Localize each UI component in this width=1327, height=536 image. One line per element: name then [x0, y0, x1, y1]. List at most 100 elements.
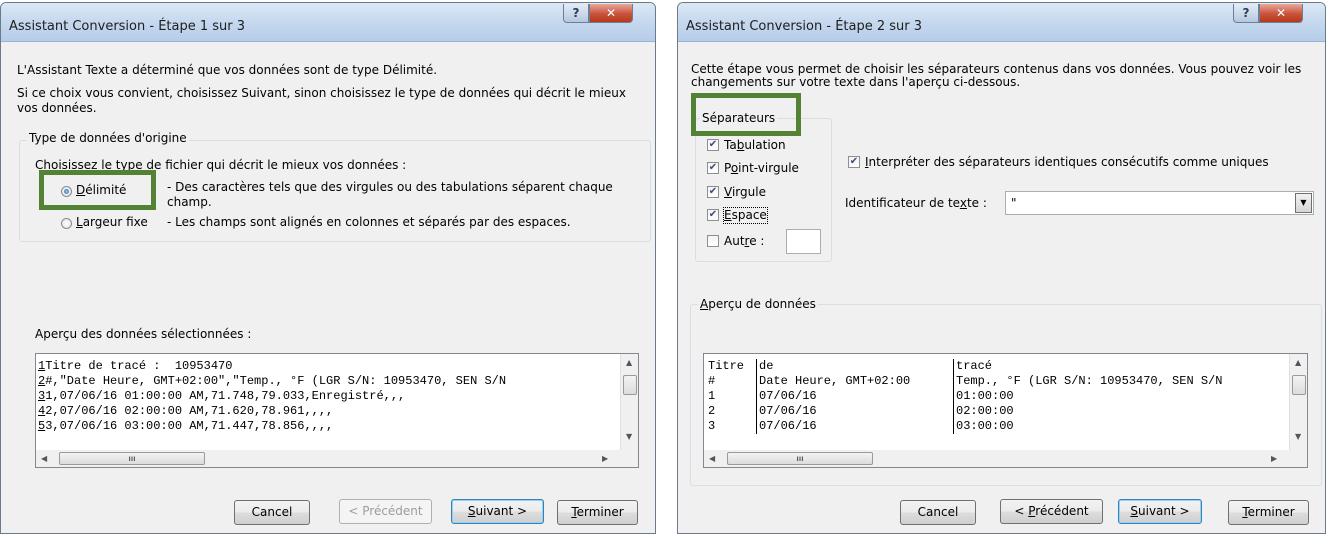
preview-row-text: Titre de tracé : 10953470 — [45, 359, 233, 373]
step1-preview-rows: 1Titre de tracé : 10953470 2#,"Date Heure… — [38, 359, 622, 434]
horizontal-scroll-thumb[interactable]: ııı — [59, 452, 205, 465]
delimited-highlight-box — [39, 170, 156, 210]
preview-cell: 07/06/16 — [759, 404, 817, 418]
step2-title: Assistant Conversion - Étape 2 sur 3 — [686, 19, 923, 34]
data-preview-title: Aperçu de données — [698, 297, 818, 311]
preview-cell: 3 — [708, 419, 716, 433]
preview-row: 53,07/06/16 03:00:00 AM,71.447,78.856,,,… — [38, 419, 622, 434]
space-label[interactable]: Espace — [723, 207, 768, 224]
preview-row: 3 07/06/16 03:00:00 — [704, 419, 1289, 434]
scroll-right-arrow[interactable]: ▶ — [1271, 454, 1277, 463]
preview-row: 2#,"Date Heure, GMT+02:00","Temp., °F (L… — [38, 374, 622, 389]
preview-row-text: 3,07/06/16 03:00:00 AM,71.447,78.856,,,, — [45, 419, 334, 433]
step1-finish-button[interactable]: Terminer — [557, 500, 638, 525]
fixed-width-radio[interactable] — [61, 218, 72, 229]
preview-cell: Titre — [708, 359, 745, 373]
help-button[interactable]: ? — [1233, 4, 1259, 23]
delimited-description: - Des caractères tels que des virgules o… — [167, 180, 613, 209]
horizontal-scroll-thumb[interactable]: ııı — [727, 452, 873, 465]
preview-cell: 1 — [708, 389, 716, 403]
step1-title: Assistant Conversion - Étape 1 sur 3 — [9, 19, 246, 34]
preview-row: 1Titre de tracé : 10953470 — [38, 359, 622, 374]
step1-intro-choose: Si ce choix vous convient, choisissez Su… — [17, 86, 626, 115]
step1-preview-pane[interactable]: 1Titre de tracé : 10953470 2#,"Date Heure… — [35, 353, 639, 468]
preview-row: 42,07/06/16 02:00:00 AM,71.620,78.961,,,… — [38, 404, 622, 419]
comma-checkbox[interactable]: ✔ — [707, 186, 719, 198]
separators-group-title: Séparateurs — [700, 111, 778, 125]
preview-row: # Date Heure, GMT+02:00 Temp., °F (LGR S/N… — [704, 374, 1289, 389]
preview-row: 31,07/06/16 01:00:00 AM,71.748,79.033,En… — [38, 389, 622, 404]
scroll-up-arrow[interactable]: ▲ — [626, 358, 632, 367]
preview-cell: Date Heure, GMT+02:00 — [759, 374, 911, 388]
preview-cell: 07/06/16 — [759, 389, 817, 403]
tabulation-checkbox[interactable]: ✔ — [707, 139, 719, 151]
step2-horizontal-scrollbar[interactable]: ◀ ııı ▶ — [704, 450, 1307, 467]
fixed-width-description: - Les champs sont alignés en colonnes et… — [167, 215, 571, 229]
text-qualifier-label: Identificateur de texte : — [845, 196, 987, 210]
preview-row-text: #,"Date Heure, GMT+02:00","Temp., °F (LG… — [45, 374, 507, 388]
step2-body: Cette étape vous permet de choisir les s… — [678, 42, 1325, 533]
tabulation-label[interactable]: Tabulation — [724, 138, 786, 153]
scroll-left-arrow[interactable]: ◀ — [41, 454, 47, 463]
other-label[interactable]: Autre : — [724, 234, 764, 249]
step2-previous-button[interactable]: < Précédent — [1000, 499, 1103, 524]
source-type-group-title: Type de données d'origine — [27, 131, 189, 145]
step2-vertical-scrollbar[interactable]: ▲ ▼ — [1289, 354, 1307, 450]
preview-row-text: 1,07/06/16 01:00:00 AM,71.748,79.033,Enr… — [45, 389, 406, 403]
step1-body: L'Assistant Texte a déterminé que vos do… — [1, 42, 655, 533]
close-button[interactable]: ✕ — [589, 4, 633, 23]
step1-titlebar: Assistant Conversion - Étape 1 sur 3 ? ✕ — [1, 3, 655, 42]
preview-row: 2 07/06/16 02:00:00 — [704, 404, 1289, 419]
preview-row: 1 07/06/16 01:00:00 — [704, 389, 1289, 404]
consecutive-separators-checkbox[interactable]: ✔ — [848, 156, 860, 168]
preview-cell: 01:00:00 — [956, 389, 1014, 403]
step2-preview-table: Titre de tracé # Date Heure, GMT+02:00 Temp.,… — [704, 359, 1289, 434]
consecutive-separators-label[interactable]: Interpréter des séparateurs identiques c… — [865, 155, 1269, 170]
comma-label[interactable]: Virgule — [724, 185, 766, 200]
scroll-down-arrow[interactable]: ▼ — [626, 432, 632, 441]
scroll-left-arrow[interactable]: ◀ — [709, 454, 715, 463]
preview-cell: 03:00:00 — [956, 419, 1014, 433]
preview-row-text: 2,07/06/16 02:00:00 AM,71.620,78.961,,,, — [45, 404, 334, 418]
preview-cell: Temp., °F (LGR S/N: 10953470, SEN S/N — [956, 374, 1223, 388]
step2-next-button[interactable]: Suivant > — [1118, 499, 1202, 524]
preview-cell: 07/06/16 — [759, 419, 817, 433]
step1-horizontal-scrollbar[interactable]: ◀ ııı ▶ — [36, 450, 638, 467]
close-button[interactable]: ✕ — [1259, 4, 1303, 23]
step1-vertical-scrollbar[interactable]: ▲ ▼ — [620, 354, 638, 450]
step2-preview-pane[interactable]: Titre de tracé # Date Heure, GMT+02:00 Temp.,… — [703, 353, 1308, 468]
help-button[interactable]: ? — [563, 4, 589, 23]
other-separator-input[interactable] — [786, 229, 821, 254]
scroll-up-arrow[interactable]: ▲ — [1295, 358, 1301, 367]
preview-cell: # — [708, 374, 716, 388]
step2-titlebar: Assistant Conversion - Étape 2 sur 3 ? ✕ — [678, 3, 1325, 42]
scroll-thumb[interactable] — [1292, 375, 1306, 395]
space-checkbox[interactable]: ✔ — [707, 209, 719, 221]
fixed-width-radio-label[interactable]: Largeur fixe — [76, 215, 148, 230]
semicolon-label[interactable]: Point-virgule — [724, 161, 799, 176]
semicolon-checkbox[interactable]: ✔ — [707, 162, 719, 174]
step2-preview-rows: Titre de tracé # Date Heure, GMT+02:00 Temp.,… — [704, 359, 1289, 434]
scroll-down-arrow[interactable]: ▼ — [1295, 432, 1301, 441]
preview-row: Titre de tracé — [704, 359, 1289, 374]
preview-cell: 02:00:00 — [956, 404, 1014, 418]
text-qualifier-value: " — [1011, 196, 1017, 210]
step2-cancel-button[interactable]: Cancel — [900, 500, 976, 525]
step1-cancel-button[interactable]: Cancel — [234, 500, 310, 525]
text-qualifier-select[interactable]: " ▼ — [1005, 191, 1314, 215]
preview-cell: tracé — [956, 359, 993, 373]
step1-previous-button[interactable]: < Précédent — [339, 499, 432, 524]
chevron-down-icon[interactable]: ▼ — [1295, 193, 1312, 213]
scroll-right-arrow[interactable]: ▶ — [602, 454, 608, 463]
preview-cell: 2 — [708, 404, 716, 418]
step2-dialog: Assistant Conversion - Étape 2 sur 3 ? ✕… — [677, 2, 1326, 534]
step1-intro-detected: L'Assistant Texte a déterminé que vos do… — [17, 63, 438, 77]
other-checkbox[interactable] — [707, 235, 719, 247]
step1-dialog: Assistant Conversion - Étape 1 sur 3 ? ✕… — [0, 2, 656, 534]
scroll-thumb[interactable] — [623, 375, 637, 395]
preview-label: Aperçu des données sélectionnées : — [35, 327, 252, 341]
preview-cell: de — [759, 359, 774, 373]
step2-finish-button[interactable]: Terminer — [1228, 500, 1309, 525]
step2-intro: Cette étape vous permet de choisir les s… — [691, 62, 1302, 89]
step1-next-button[interactable]: Suivant > — [451, 499, 544, 524]
